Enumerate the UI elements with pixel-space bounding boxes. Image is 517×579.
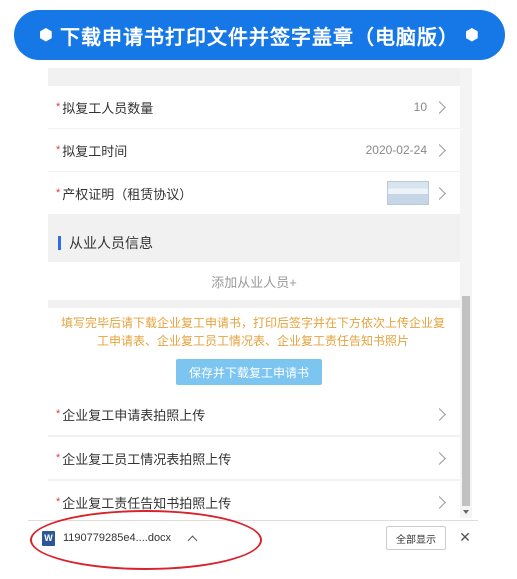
- chevron-right-icon: [433, 451, 446, 465]
- save-download-button[interactable]: 保存并下载复工申请书: [176, 359, 322, 385]
- chevron-right-icon: [433, 495, 446, 509]
- upload-row-application[interactable]: * 企业复工申请表拍照上传: [48, 393, 460, 435]
- upload-label: 企业复工员工情况表拍照上传: [62, 451, 232, 467]
- download-item[interactable]: W 1190779285e4....docx: [42, 525, 212, 551]
- notice-panel: 填写完毕后请下载企业复工申请书，打印后签字并在下方依次上传企业复工申请表、企业复…: [48, 308, 460, 393]
- required-mark: *: [56, 187, 61, 199]
- download-bar: W 1190779285e4....docx 全部显示 ✕: [28, 520, 478, 555]
- word-document-icon: W: [42, 530, 55, 546]
- resume-date-row[interactable]: * 拟复工时间 2020-02-24: [48, 129, 460, 171]
- scrollbar-thumb[interactable]: [462, 296, 470, 506]
- workers-count-row[interactable]: * 拟复工人员数量 10: [48, 86, 460, 128]
- chevron-right-icon: [433, 186, 446, 200]
- required-mark: *: [56, 408, 61, 420]
- required-mark: *: [56, 144, 61, 156]
- chevron-right-icon: [433, 143, 446, 157]
- property-proof-label: 产权证明（租赁协议）: [62, 186, 193, 202]
- uploaded-document-thumbnail[interactable]: [387, 181, 429, 205]
- upload-label: 企业复工申请表拍照上传: [62, 407, 206, 423]
- required-mark: *: [56, 496, 61, 508]
- required-mark: *: [56, 101, 61, 113]
- banner-title: 下载申请书打印文件并签字盖章（电脑版）: [60, 26, 459, 49]
- workers-count-label: 拟复工人员数量: [62, 100, 154, 116]
- upload-row-responsibility[interactable]: * 企业复工责任告知书拍照上传: [48, 481, 460, 518]
- section-accent-bar: [58, 236, 61, 250]
- scrollbar[interactable]: [460, 68, 472, 518]
- chevron-right-icon: [433, 407, 446, 421]
- chevron-up-icon[interactable]: [187, 535, 198, 545]
- section-title-text: 从业人员信息: [69, 235, 153, 251]
- download-file-name: 1190779285e4....docx: [63, 532, 172, 544]
- show-all-button[interactable]: 全部显示: [386, 526, 446, 550]
- form-page: * 拟复工人员数量 10 * 拟复工时间 2020-02-24 * 产权证明（租…: [48, 68, 460, 518]
- hexagon-icon: ⬢: [465, 27, 480, 44]
- resume-date-value: 2020-02-24: [365, 143, 427, 157]
- upload-row-employees[interactable]: * 企业复工员工情况表拍照上传: [48, 437, 460, 479]
- scroll-down-arrow-icon[interactable]: [463, 510, 469, 514]
- chevron-right-icon: [433, 100, 446, 114]
- page-banner: ⬢ 下载申请书打印文件并签字盖章（电脑版） ⬢: [14, 10, 505, 60]
- notice-text: 填写完毕后请下载企业复工申请书，打印后签字并在下方依次上传企业复工申请表、企业复…: [60, 316, 445, 348]
- upload-label: 企业复工责任告知书拍照上传: [62, 495, 232, 511]
- add-employee-button[interactable]: 添加从业人员+: [48, 262, 460, 300]
- resume-date-label: 拟复工时间: [62, 143, 128, 159]
- workers-count-value: 10: [413, 100, 427, 114]
- section-title: 从业人员信息: [48, 225, 460, 261]
- property-proof-row[interactable]: * 产权证明（租赁协议）: [48, 172, 460, 214]
- required-mark: *: [56, 452, 61, 464]
- hexagon-icon: ⬢: [39, 27, 54, 44]
- close-icon[interactable]: ✕: [456, 526, 474, 548]
